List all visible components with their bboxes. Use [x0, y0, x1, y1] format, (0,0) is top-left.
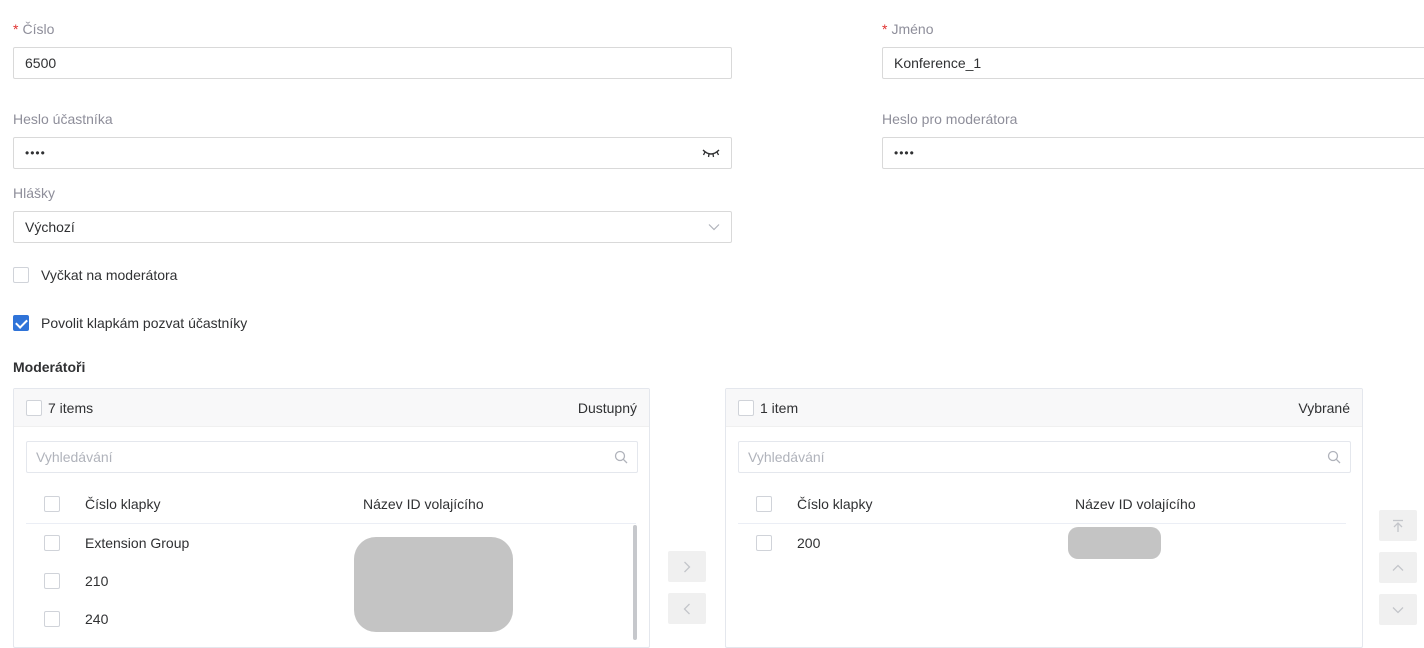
number-label-text: Číslo — [22, 21, 55, 37]
wait-for-moderator-checkbox[interactable] — [13, 267, 29, 283]
selected-select-all-checkbox[interactable] — [738, 400, 754, 416]
redacted-caller-id — [1068, 527, 1161, 559]
selected-col-ext: Číslo klapky — [797, 496, 873, 512]
allow-invite-checkbox[interactable] — [13, 315, 29, 331]
chevron-up-icon — [1392, 564, 1404, 572]
row-ext: 200 — [797, 535, 821, 551]
required-mark: * — [882, 21, 888, 37]
selected-panel: 1 item Vybrané Číslo klapky Název ID vol… — [725, 388, 1363, 648]
number-label: * Číslo — [13, 21, 54, 37]
header-divider — [738, 523, 1346, 524]
available-select-all-checkbox[interactable] — [26, 400, 42, 416]
number-value: 6500 — [25, 55, 57, 71]
moderators-title: Moderátoři — [13, 359, 86, 375]
moderator-password-label: Heslo pro moderátora — [882, 111, 1018, 127]
search-icon — [1327, 450, 1341, 464]
selected-panel-header: 1 item Vybrané — [726, 389, 1362, 427]
selected-title: Vybrané — [1298, 400, 1350, 416]
chevron-down-icon — [1392, 606, 1404, 614]
name-input[interactable]: Konference_1 — [882, 47, 1424, 79]
participant-password-input[interactable]: •••• — [13, 137, 732, 169]
row-checkbox[interactable] — [756, 535, 772, 551]
number-input[interactable]: 6500 — [13, 47, 732, 79]
wait-for-moderator-label: Vyčkat na moderátora — [41, 267, 178, 283]
name-value: Konference_1 — [894, 55, 982, 71]
available-header-checkbox[interactable] — [44, 496, 60, 512]
available-panel-header: 7 items Dustupný — [14, 389, 649, 427]
selected-count: 1 item — [760, 400, 799, 416]
arrow-to-top-icon — [1392, 519, 1404, 533]
row-checkbox[interactable] — [44, 535, 60, 551]
selected-search[interactable] — [738, 441, 1351, 473]
prompts-select[interactable]: Výchozí — [13, 211, 732, 243]
name-label: * Jméno — [882, 21, 933, 37]
moderator-password-input[interactable]: •••• — [882, 137, 1424, 169]
available-search[interactable] — [26, 441, 638, 473]
prompts-value: Výchozí — [25, 219, 75, 235]
eye-closed-icon[interactable] — [702, 147, 720, 159]
chevron-right-icon — [683, 561, 691, 573]
selected-header-checkbox[interactable] — [756, 496, 772, 512]
available-count: 7 items — [48, 400, 94, 416]
row-checkbox[interactable] — [44, 611, 60, 627]
required-mark: * — [13, 21, 19, 37]
selected-search-input[interactable] — [748, 449, 1327, 465]
row-ext: 210 — [85, 573, 109, 589]
participant-password-label: Heslo účastníka — [13, 111, 113, 127]
allow-invite-label: Povolit klapkám pozvat účastníky — [41, 315, 248, 331]
move-down-button[interactable] — [1379, 594, 1417, 625]
participant-password-value: •••• — [25, 146, 46, 160]
selected-col-callerid: Název ID volajícího — [1075, 496, 1196, 512]
row-ext: 240 — [85, 611, 109, 627]
name-label-text: Jméno — [891, 21, 934, 37]
header-divider — [26, 523, 636, 524]
move-right-button[interactable] — [668, 551, 706, 582]
available-panel: 7 items Dustupný Číslo klapky Název ID v… — [13, 388, 650, 648]
search-icon — [614, 450, 628, 464]
moderator-password-value: •••• — [894, 146, 915, 160]
available-col-callerid: Název ID volajícího — [363, 496, 484, 512]
prompts-label: Hlášky — [13, 185, 56, 201]
move-left-button[interactable] — [668, 593, 706, 624]
chevron-left-icon — [683, 603, 691, 615]
available-search-input[interactable] — [36, 449, 614, 465]
row-checkbox[interactable] — [44, 573, 60, 589]
available-title: Dustupný — [577, 400, 637, 416]
available-scrollbar[interactable] — [633, 525, 637, 640]
chevron-down-icon — [708, 223, 720, 231]
available-col-ext: Číslo klapky — [85, 496, 161, 512]
redacted-caller-ids — [354, 537, 513, 632]
row-ext: Extension Group — [85, 535, 190, 551]
move-up-button[interactable] — [1379, 552, 1417, 583]
move-top-button[interactable] — [1379, 510, 1417, 541]
